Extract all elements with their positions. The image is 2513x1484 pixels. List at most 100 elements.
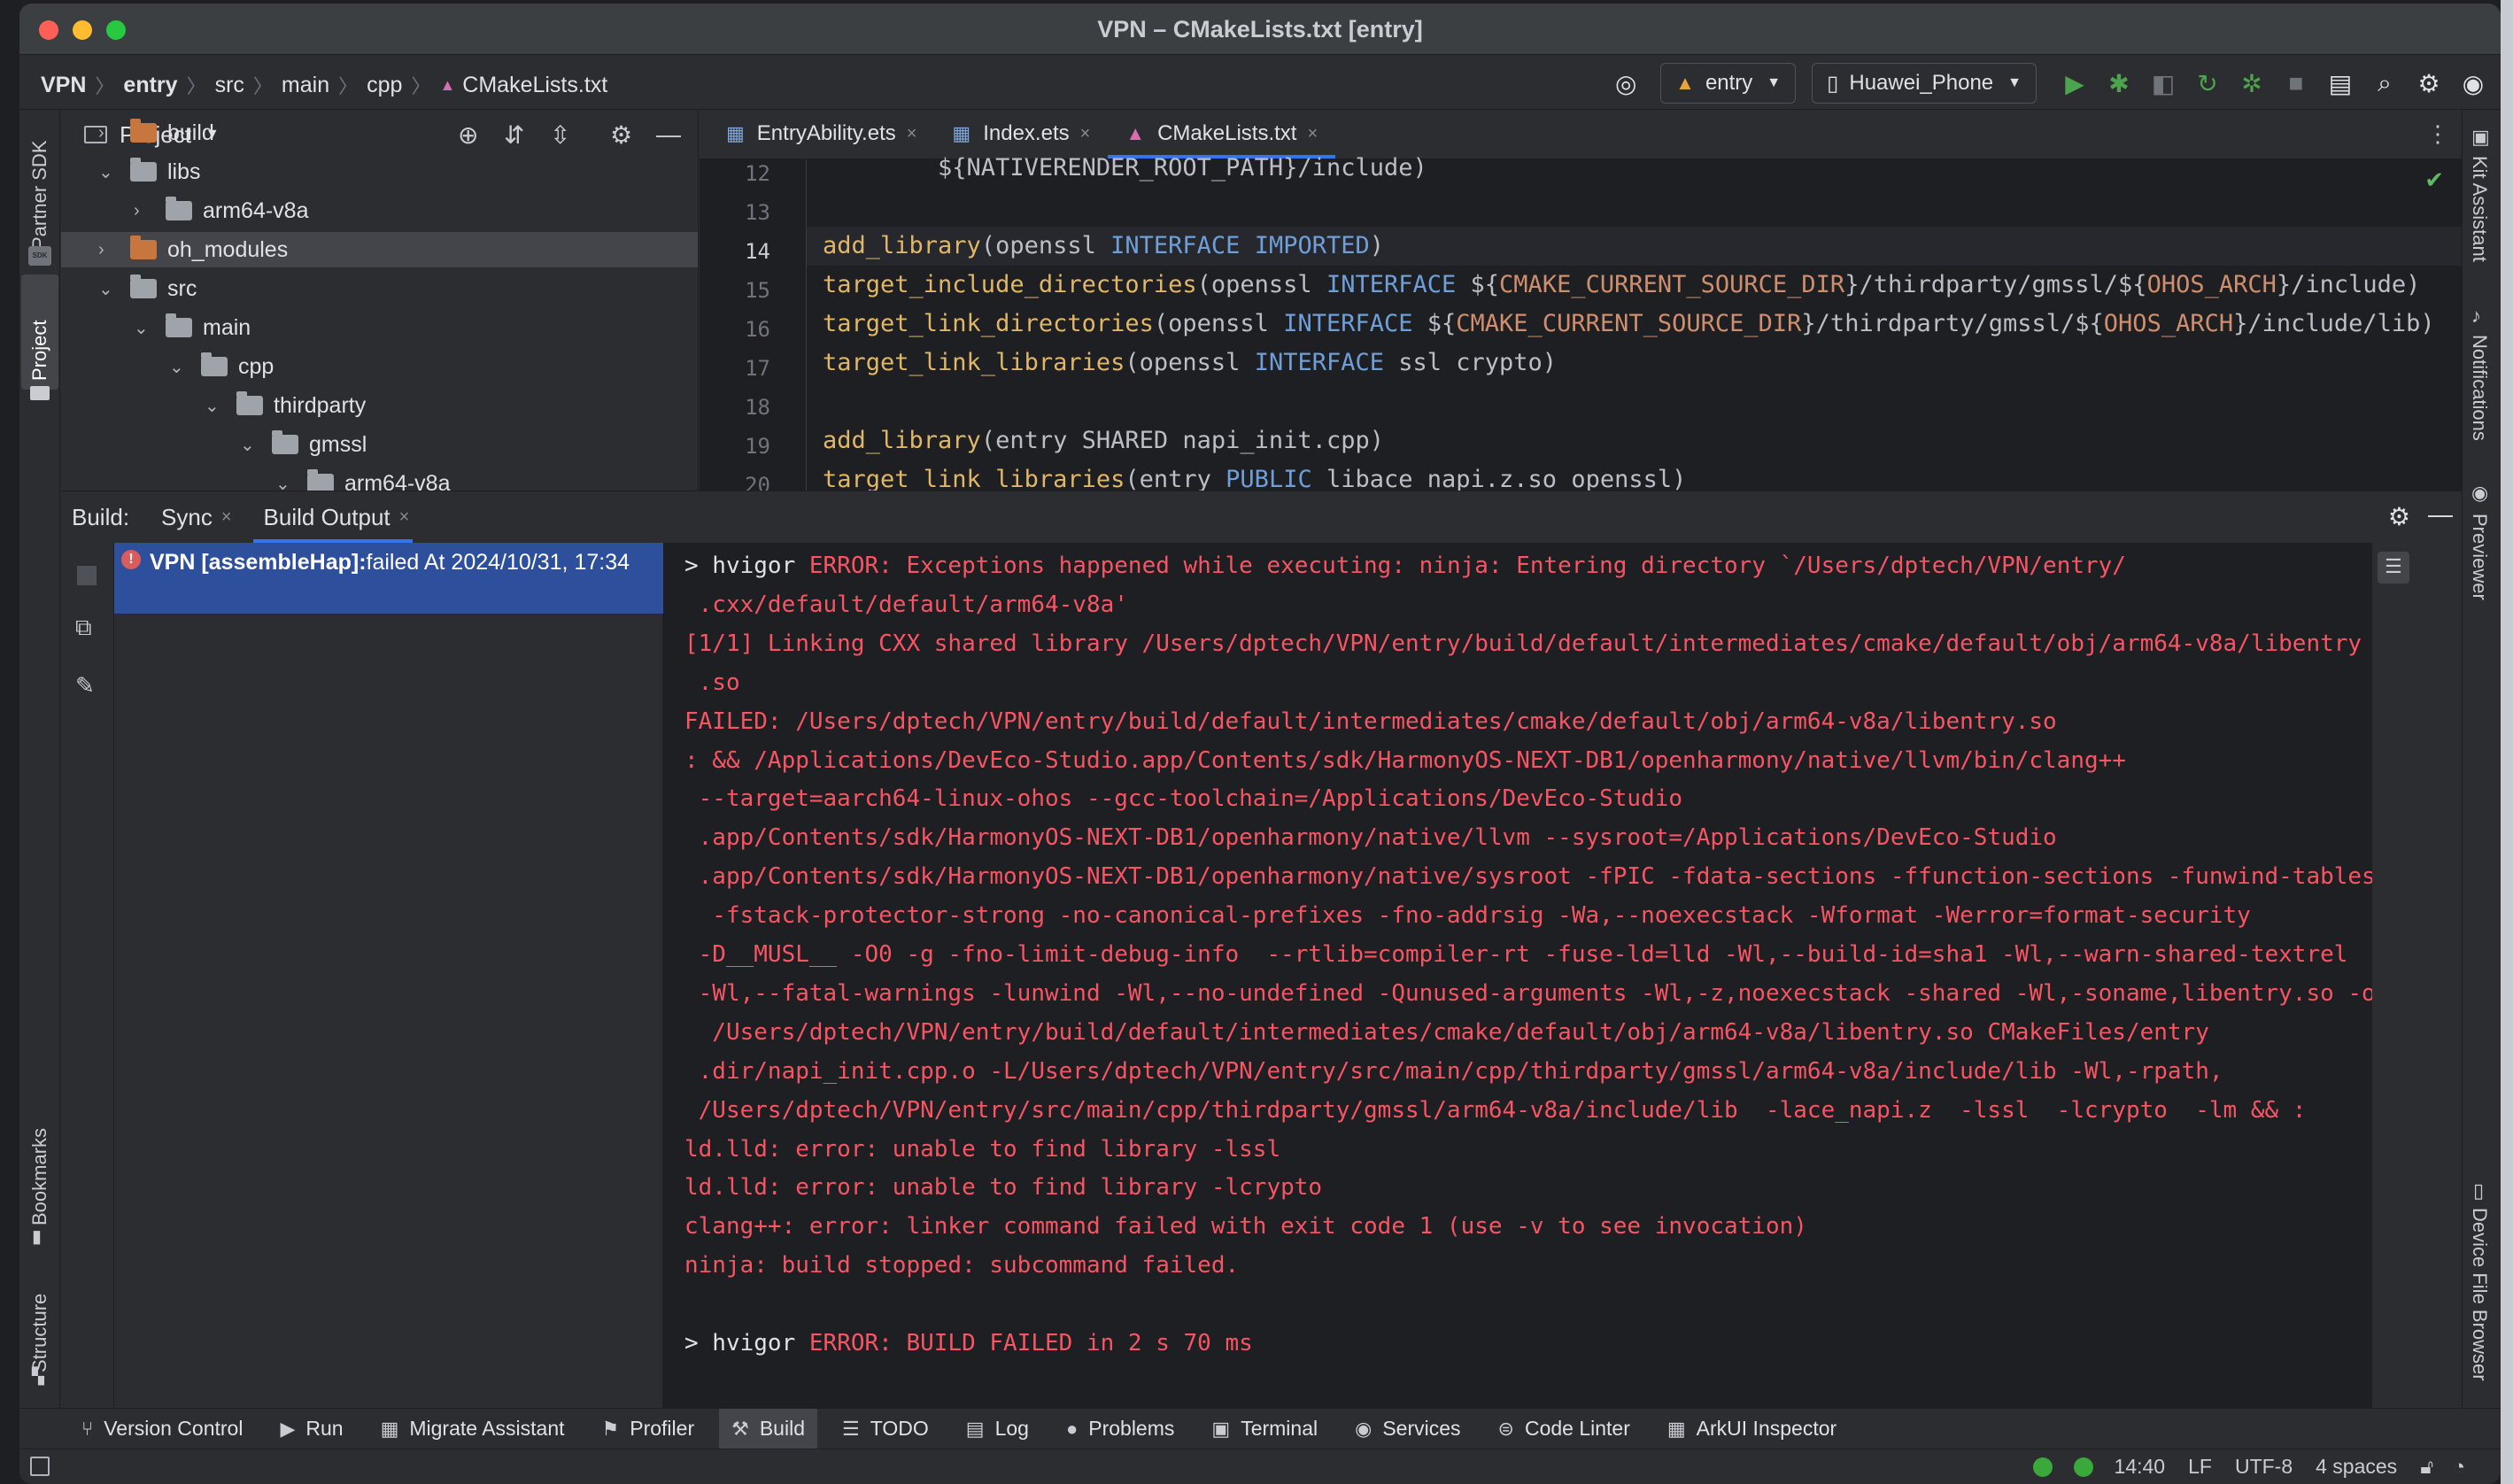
bookmarks-tool[interactable]: Bookmarks — [21, 1101, 58, 1225]
project-tree-item[interactable]: ⌄ cpp — [61, 349, 698, 384]
bottom-tool-migrate-assistant[interactable]: ▦ Migrate Assistant — [381, 1409, 565, 1449]
code-line[interactable]: target_link_libraries(entry PUBLIC libac… — [807, 460, 2462, 491]
partner-sdk-tool[interactable]: Partner SDK — [21, 126, 58, 251]
bottom-tool-terminal[interactable]: ▣ Terminal — [1211, 1409, 1318, 1449]
close-tab-icon[interactable]: × — [907, 124, 917, 144]
project-tree-item[interactable]: › build — [61, 115, 698, 151]
build-output-console[interactable]: > hvigor ERROR: Exceptions happened whil… — [663, 543, 2416, 1409]
editor-tab-label: Index.ets — [983, 121, 1070, 145]
soft-wrap-icon[interactable]: ☰ — [2378, 552, 2409, 584]
project-tree-item[interactable]: ⌄ main — [61, 310, 698, 345]
project-tree-item[interactable]: ⌄ thirdparty — [61, 388, 698, 423]
code-line[interactable] — [807, 188, 2462, 227]
breadcrumb-item[interactable]: CMakeLists.txt — [462, 73, 607, 98]
build-tab[interactable]: Sync × — [161, 491, 232, 543]
kit-assistant-tool[interactable]: Kit Assistant — [2468, 156, 2491, 262]
file-encoding[interactable]: UTF-8 — [2235, 1455, 2293, 1479]
chevron-right-icon[interactable]: › — [98, 123, 116, 143]
notifications-tool[interactable]: Notifications — [2468, 335, 2491, 441]
status-indicator-2[interactable] — [2073, 1457, 2093, 1477]
structure-tool[interactable]: Structure — [21, 1266, 58, 1372]
chevron-right-icon[interactable]: › — [134, 201, 151, 221]
bottom-tool-label: Build — [759, 1417, 805, 1440]
lock-icon[interactable]: 🔓︎ — [2420, 1455, 2433, 1479]
breadcrumb-item[interactable]: src — [215, 73, 244, 98]
chevron-down-icon[interactable]: ⌄ — [98, 161, 116, 183]
code-line[interactable]: target_link_libraries(openssl INTERFACE … — [807, 344, 2462, 383]
close-tab-icon[interactable]: × — [1307, 124, 1318, 144]
bottom-tool-version-control[interactable]: ⑂ Version Control — [81, 1409, 243, 1449]
bottom-tool-run[interactable]: ▶ Run — [280, 1409, 343, 1449]
minimize-icon[interactable]: — — [2428, 500, 2453, 529]
project-tree-item[interactable]: ⌄ src — [61, 271, 698, 306]
caret-position[interactable]: 14:40 — [2115, 1455, 2166, 1479]
code-line[interactable] — [807, 383, 2462, 421]
settings-icon[interactable]: ⚙ — [2414, 68, 2444, 98]
search-icon[interactable]: ⌕ — [2370, 68, 2400, 98]
more-tabs-icon[interactable]: ⋮ — [2426, 120, 2449, 148]
chevron-right-icon[interactable]: › — [98, 240, 116, 260]
chevron-down-icon[interactable]: ⌄ — [98, 278, 116, 300]
pin-icon[interactable]: ✎ — [75, 672, 95, 699]
build-result-row[interactable]: ! VPN [assembleHap]: failed At 2024/10/3… — [114, 543, 663, 614]
account-icon[interactable]: ◉ — [2458, 68, 2488, 98]
close-tab-icon[interactable]: × — [1080, 124, 1091, 144]
chevron-down-icon[interactable]: ⌄ — [240, 434, 258, 456]
stop-build-icon[interactable] — [77, 566, 97, 585]
close-tab-icon[interactable]: × — [399, 507, 410, 528]
project-tree-item[interactable]: ⌄ gmssl — [61, 427, 698, 462]
project-tree-item[interactable]: ⌄ libs — [61, 154, 698, 189]
project-tree-item[interactable]: ⌄ arm64-v8a — [61, 466, 698, 491]
code-line[interactable]: target_include_directories(openssl INTER… — [807, 266, 2462, 305]
device-file-browser-tool[interactable]: Device File Browser — [2468, 1208, 2491, 1381]
bottom-tool-code-linter[interactable]: ⊜ Code Linter — [1498, 1409, 1630, 1449]
close-tab-icon[interactable]: × — [221, 507, 232, 528]
bottom-tool-arkui-inspector[interactable]: ▦ ArkUI Inspector — [1667, 1409, 1836, 1449]
toggle-tool-windows-icon[interactable] — [30, 1457, 50, 1476]
project-structure-icon[interactable]: ▤ — [2325, 68, 2355, 98]
chevron-down-icon[interactable]: ⌄ — [169, 356, 187, 378]
bottom-tool-log[interactable]: ▤ Log — [966, 1409, 1029, 1449]
project-tree-item[interactable]: › arm64-v8a — [61, 193, 698, 228]
code-area[interactable]: ${NATIVERENDER_ROOT_PATH}/include) add_li… — [806, 154, 2462, 491]
chevron-down-icon[interactable]: ⌄ — [275, 473, 293, 491]
memory-indicator-icon[interactable]: ◔ — [2453, 1455, 2465, 1479]
breadcrumb-item[interactable]: main — [282, 73, 329, 98]
bottom-tool-services[interactable]: ◉ Services — [1355, 1409, 1460, 1449]
code-line[interactable]: add_library(entry SHARED napi_init.cpp) — [807, 421, 2462, 460]
bottom-tool-build[interactable]: ⚒ Build — [719, 1408, 817, 1449]
profile-icon[interactable]: ✲ — [2237, 68, 2267, 98]
chevron-down-icon: ▼ — [2007, 75, 2022, 90]
indent-setting[interactable]: 4 spaces — [2316, 1455, 2397, 1479]
bottom-tool-profiler[interactable]: ⚑ Profiler — [602, 1409, 695, 1449]
build-tab[interactable]: Build Output × — [252, 491, 414, 543]
bottom-tool-todo[interactable]: ☰ TODO — [842, 1409, 929, 1449]
module-select[interactable]: ▲ entry ▼ — [1660, 63, 1797, 104]
open-in-window-icon[interactable]: ⧉ — [75, 614, 92, 642]
attach-debugger-icon[interactable]: ◧ — [2148, 68, 2178, 98]
device-select[interactable]: ▯ Huawei_Phone ▼ — [1812, 63, 2037, 104]
run-icon[interactable]: ▶ — [2060, 68, 2090, 98]
target-icon[interactable]: ◎ — [1611, 68, 1641, 98]
project-tree-label: thirdparty — [274, 392, 367, 418]
apply-changes-icon[interactable]: ↻ — [2192, 68, 2223, 98]
breadcrumb-item[interactable]: entry — [123, 73, 177, 98]
project-tool[interactable]: Project — [21, 283, 58, 381]
status-right: 14:40 LF UTF-8 4 spaces 🔓︎ ◔ — [2032, 1455, 2465, 1479]
project-tree-item[interactable]: › oh_modules — [61, 232, 698, 267]
code-line[interactable]: add_library(openssl INTERFACE IMPORTED) — [807, 227, 2462, 266]
breadcrumb-item[interactable]: VPN — [41, 73, 86, 98]
debug-icon[interactable]: ✱ — [2104, 68, 2134, 98]
chevron-down-icon[interactable]: ⌄ — [205, 395, 222, 417]
chevron-down-icon[interactable]: ⌄ — [134, 317, 151, 339]
breadcrumb-item[interactable]: cpp — [367, 73, 402, 98]
line-ending[interactable]: LF — [2188, 1455, 2212, 1479]
status-indicator-1[interactable] — [2032, 1457, 2053, 1477]
bottom-tool-problems[interactable]: ● Problems — [1066, 1409, 1174, 1449]
code-line[interactable]: ${NATIVERENDER_ROOT_PATH}/include) — [807, 149, 2462, 188]
stop-icon[interactable]: ■ — [2281, 68, 2311, 98]
output-side-toolbar: ☰ — [2372, 543, 2416, 1409]
settings-icon[interactable]: ⚙ — [2388, 502, 2410, 531]
code-line[interactable]: target_link_directories(openssl INTERFAC… — [807, 305, 2462, 344]
previewer-tool[interactable]: Previewer — [2468, 514, 2491, 600]
